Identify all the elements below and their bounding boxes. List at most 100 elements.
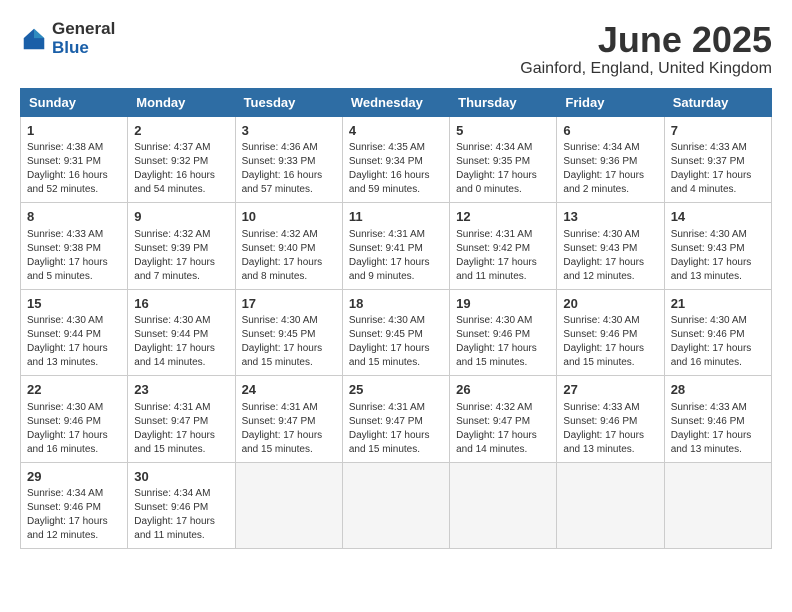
day-number: 27 (563, 381, 657, 399)
day-number: 30 (134, 468, 228, 486)
table-row: 22 Sunrise: 4:30 AMSunset: 9:46 PMDayligh… (21, 376, 128, 463)
day-number: 1 (27, 122, 121, 140)
day-number: 8 (27, 208, 121, 226)
day-number: 19 (456, 295, 550, 313)
day-info: Sunrise: 4:31 AMSunset: 9:41 PMDaylight:… (349, 228, 443, 284)
table-row (235, 462, 342, 549)
day-info: Sunrise: 4:33 AMSunset: 9:46 PMDaylight:… (671, 401, 765, 457)
table-row (450, 462, 557, 549)
day-number: 23 (134, 381, 228, 399)
day-number: 5 (456, 122, 550, 140)
day-number: 10 (242, 208, 336, 226)
table-row: 24 Sunrise: 4:31 AMSunset: 9:47 PMDayligh… (235, 376, 342, 463)
day-info: Sunrise: 4:30 AMSunset: 9:46 PMDaylight:… (27, 401, 121, 457)
day-number: 14 (671, 208, 765, 226)
table-row: 9 Sunrise: 4:32 AMSunset: 9:39 PMDaylight… (128, 203, 235, 290)
day-number: 13 (563, 208, 657, 226)
day-info: Sunrise: 4:30 AMSunset: 9:46 PMDaylight:… (456, 314, 550, 370)
location-title: Gainford, England, United Kingdom (520, 60, 772, 78)
day-number: 12 (456, 208, 550, 226)
logo-icon (20, 25, 48, 53)
day-info: Sunrise: 4:30 AMSunset: 9:46 PMDaylight:… (671, 314, 765, 370)
col-tuesday: Tuesday (235, 88, 342, 116)
day-number: 11 (349, 208, 443, 226)
day-info: Sunrise: 4:30 AMSunset: 9:43 PMDaylight:… (671, 228, 765, 284)
table-row: 17Sunrise: 4:30 AMSunset: 9:45 PMDayligh… (235, 289, 342, 376)
calendar-week-4: 22 Sunrise: 4:30 AMSunset: 9:46 PMDayligh… (21, 376, 772, 463)
day-number: 25 (349, 381, 443, 399)
table-row (664, 462, 771, 549)
day-info: Sunrise: 4:34 AMSunset: 9:46 PMDaylight:… (27, 487, 121, 543)
table-row: 30Sunrise: 4:34 AMSunset: 9:46 PMDayligh… (128, 462, 235, 549)
table-row: 1Sunrise: 4:38 AMSunset: 9:31 PMDaylight… (21, 116, 128, 203)
table-row: 19Sunrise: 4:30 AMSunset: 9:46 PMDayligh… (450, 289, 557, 376)
day-number: 22 (27, 381, 121, 399)
table-row: 13 Sunrise: 4:30 AMSunset: 9:43 PMDayligh… (557, 203, 664, 290)
day-info: Sunrise: 4:34 AMSunset: 9:35 PMDaylight:… (456, 141, 550, 197)
calendar-week-2: 8Sunrise: 4:33 AMSunset: 9:38 PMDaylight… (21, 203, 772, 290)
table-row: 16Sunrise: 4:30 AMSunset: 9:44 PMDayligh… (128, 289, 235, 376)
calendar-week-1: 1Sunrise: 4:38 AMSunset: 9:31 PMDaylight… (21, 116, 772, 203)
col-monday: Monday (128, 88, 235, 116)
table-row: 23 Sunrise: 4:31 AMSunset: 9:47 PMDayligh… (128, 376, 235, 463)
calendar-week-5: 29Sunrise: 4:34 AMSunset: 9:46 PMDayligh… (21, 462, 772, 549)
table-row: 14 Sunrise: 4:30 AMSunset: 9:43 PMDayligh… (664, 203, 771, 290)
table-row: 15Sunrise: 4:30 AMSunset: 9:44 PMDayligh… (21, 289, 128, 376)
day-info: Sunrise: 4:30 AMSunset: 9:46 PMDaylight:… (563, 314, 657, 370)
logo-blue-text: Blue (52, 39, 115, 58)
day-number: 7 (671, 122, 765, 140)
day-info: Sunrise: 4:32 AMSunset: 9:40 PMDaylight:… (242, 228, 336, 284)
day-number: 9 (134, 208, 228, 226)
table-row (342, 462, 449, 549)
day-info: Sunrise: 4:34 AMSunset: 9:36 PMDaylight:… (563, 141, 657, 197)
col-saturday: Saturday (664, 88, 771, 116)
day-info: Sunrise: 4:32 AMSunset: 9:39 PMDaylight:… (134, 228, 228, 284)
day-number: 15 (27, 295, 121, 313)
day-number: 28 (671, 381, 765, 399)
day-info: Sunrise: 4:36 AMSunset: 9:33 PMDaylight:… (242, 141, 336, 197)
table-row: 28 Sunrise: 4:33 AMSunset: 9:46 PMDayligh… (664, 376, 771, 463)
day-info: Sunrise: 4:30 AMSunset: 9:43 PMDaylight:… (563, 228, 657, 284)
table-row: 7Sunrise: 4:33 AMSunset: 9:37 PMDaylight… (664, 116, 771, 203)
day-info: Sunrise: 4:30 AMSunset: 9:44 PMDaylight:… (27, 314, 121, 370)
table-row: 29Sunrise: 4:34 AMSunset: 9:46 PMDayligh… (21, 462, 128, 549)
col-sunday: Sunday (21, 88, 128, 116)
day-info: Sunrise: 4:31 AMSunset: 9:47 PMDaylight:… (349, 401, 443, 457)
day-number: 21 (671, 295, 765, 313)
day-info: Sunrise: 4:37 AMSunset: 9:32 PMDaylight:… (134, 141, 228, 197)
day-info: Sunrise: 4:35 AMSunset: 9:34 PMDaylight:… (349, 141, 443, 197)
table-row: 5Sunrise: 4:34 AMSunset: 9:35 PMDaylight… (450, 116, 557, 203)
day-info: Sunrise: 4:30 AMSunset: 9:44 PMDaylight:… (134, 314, 228, 370)
table-row: 2Sunrise: 4:37 AMSunset: 9:32 PMDaylight… (128, 116, 235, 203)
day-number: 2 (134, 122, 228, 140)
day-info: Sunrise: 4:33 AMSunset: 9:37 PMDaylight:… (671, 141, 765, 197)
day-number: 24 (242, 381, 336, 399)
day-number: 4 (349, 122, 443, 140)
day-number: 16 (134, 295, 228, 313)
col-wednesday: Wednesday (342, 88, 449, 116)
calendar-header-row: Sunday Monday Tuesday Wednesday Thursday… (21, 88, 772, 116)
day-info: Sunrise: 4:31 AMSunset: 9:47 PMDaylight:… (134, 401, 228, 457)
table-row: 4Sunrise: 4:35 AMSunset: 9:34 PMDaylight… (342, 116, 449, 203)
day-info: Sunrise: 4:33 AMSunset: 9:46 PMDaylight:… (563, 401, 657, 457)
col-friday: Friday (557, 88, 664, 116)
day-info: Sunrise: 4:31 AMSunset: 9:42 PMDaylight:… (456, 228, 550, 284)
day-number: 6 (563, 122, 657, 140)
table-row: 18Sunrise: 4:30 AMSunset: 9:45 PMDayligh… (342, 289, 449, 376)
calendar-week-3: 15Sunrise: 4:30 AMSunset: 9:44 PMDayligh… (21, 289, 772, 376)
day-number: 20 (563, 295, 657, 313)
day-number: 26 (456, 381, 550, 399)
day-info: Sunrise: 4:38 AMSunset: 9:31 PMDaylight:… (27, 141, 121, 197)
day-info: Sunrise: 4:31 AMSunset: 9:47 PMDaylight:… (242, 401, 336, 457)
day-info: Sunrise: 4:34 AMSunset: 9:46 PMDaylight:… (134, 487, 228, 543)
col-thursday: Thursday (450, 88, 557, 116)
table-row (557, 462, 664, 549)
day-number: 3 (242, 122, 336, 140)
day-number: 29 (27, 468, 121, 486)
day-number: 17 (242, 295, 336, 313)
day-info: Sunrise: 4:30 AMSunset: 9:45 PMDaylight:… (242, 314, 336, 370)
table-row: 21Sunrise: 4:30 AMSunset: 9:46 PMDayligh… (664, 289, 771, 376)
table-row: 12 Sunrise: 4:31 AMSunset: 9:42 PMDayligh… (450, 203, 557, 290)
day-info: Sunrise: 4:30 AMSunset: 9:45 PMDaylight:… (349, 314, 443, 370)
table-row: 25 Sunrise: 4:31 AMSunset: 9:47 PMDayligh… (342, 376, 449, 463)
